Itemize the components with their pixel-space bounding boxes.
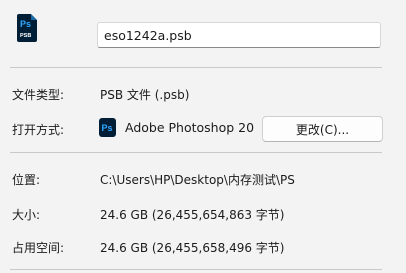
size-on-disk-value: 24.6 GB (26,455,658,496 字节): [100, 241, 285, 255]
file-icon-text: Ps: [20, 19, 31, 29]
file-name-input[interactable]: [97, 22, 381, 48]
app-icon-text: Ps: [102, 123, 113, 133]
size-value: 24.6 GB (26,455,654,863 字节): [100, 208, 285, 222]
file-type-label: 文件类型:: [12, 88, 65, 102]
app-name: Adobe Photoshop 2024: [125, 120, 255, 135]
size-label: 大小:: [12, 208, 41, 222]
file-type-value: PSB 文件 (.psb): [100, 88, 190, 102]
location-label: 位置:: [12, 173, 41, 187]
divider: [10, 67, 382, 68]
change-button[interactable]: 更改(C)...: [262, 116, 383, 142]
divider: [10, 269, 382, 270]
location-value: C:\Users\HP\Desktop\内存测试\PS: [100, 173, 295, 187]
opens-with-label: 打开方式:: [12, 123, 65, 137]
size-on-disk-label: 占用空间:: [12, 241, 65, 255]
divider: [10, 152, 382, 153]
photoshop-app-icon: Ps: [99, 118, 116, 137]
file-icon-subtext: PSB: [20, 33, 31, 39]
photoshop-file-icon: Ps PSB: [16, 14, 38, 42]
